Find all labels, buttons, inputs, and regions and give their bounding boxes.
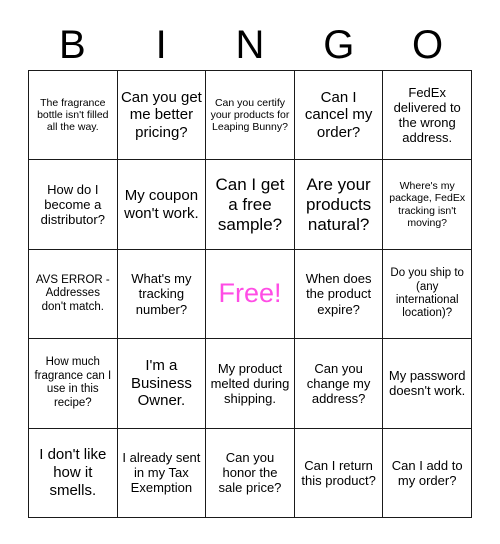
bingo-cell-label: What's my tracking number? xyxy=(131,271,192,317)
bingo-cell[interactable]: My product melted during shipping. xyxy=(206,339,295,429)
bingo-cell[interactable]: My password doesn't work. xyxy=(383,339,472,429)
bingo-cell-label: Can you honor the sale price? xyxy=(218,449,282,496)
bingo-cell-label: How much fragrance can I use in this rec… xyxy=(34,356,112,409)
bingo-cell[interactable]: Are your products natural? xyxy=(294,160,384,250)
bingo-cell-label: Do you ship to (any international locati… xyxy=(390,267,464,320)
bingo-cell-free[interactable]: Free! xyxy=(206,249,295,340)
bingo-cell[interactable]: Can you get me better pricing? xyxy=(117,71,207,161)
bingo-cell-label: FedEx delivered to the wrong address. xyxy=(393,84,461,146)
bingo-cell-label: Can you get me better pricing? xyxy=(120,88,202,141)
bingo-cell[interactable]: Do you ship to (any international locati… xyxy=(383,249,472,340)
bingo-header-row: B I N G O xyxy=(28,22,472,68)
bingo-cell[interactable]: How do I become a distributor? xyxy=(29,160,118,250)
bingo-cell[interactable]: AVS ERROR - Addresses don't match. xyxy=(29,249,118,340)
bingo-cell[interactable]: What's my tracking number? xyxy=(117,249,207,340)
bingo-cell[interactable]: My coupon won't work. xyxy=(117,160,207,250)
bingo-cell[interactable]: When does the product expire? xyxy=(294,249,384,340)
bingo-cell[interactable]: I already sent in my Tax Exemption xyxy=(117,428,207,518)
bingo-cell-label: I don't like how it smells. xyxy=(39,446,107,499)
bingo-cell-label: When does the product expire? xyxy=(305,271,372,317)
bingo-cell-label: My password doesn't work. xyxy=(388,368,466,399)
bingo-cell-label: I already sent in my Tax Exemption xyxy=(122,449,201,496)
bingo-cell[interactable]: Where's my package, FedEx tracking isn't… xyxy=(383,160,472,250)
bingo-cell-label: Where's my package, FedEx tracking isn't… xyxy=(389,180,466,229)
bingo-card: B I N G O The fragrance bottle isn't fil… xyxy=(0,0,500,544)
bingo-cell[interactable]: How much fragrance can I use in this rec… xyxy=(29,339,118,429)
bingo-header-letter-o: O xyxy=(412,23,444,67)
bingo-cell[interactable]: Can you change my address? xyxy=(294,339,384,429)
bingo-header-letter-g: G xyxy=(323,23,355,67)
bingo-cell[interactable]: Can you honor the sale price? xyxy=(206,428,295,518)
bingo-header-letter-i: I xyxy=(155,23,167,67)
bingo-cell[interactable]: FedEx delivered to the wrong address. xyxy=(383,71,472,161)
bingo-cell-label: Can I get a free sample? xyxy=(215,174,285,234)
bingo-cell-label: Can you change my address? xyxy=(306,360,371,406)
bingo-cell-label: The fragrance bottle isn't filled all th… xyxy=(37,96,109,134)
bingo-grid: The fragrance bottle isn't filled all th… xyxy=(28,70,472,518)
bingo-header-letter-n: N xyxy=(235,23,265,67)
bingo-cell[interactable]: Can I add to my order? xyxy=(383,428,472,518)
bingo-cell[interactable]: Can I get a free sample? xyxy=(206,160,295,250)
bingo-cell[interactable]: Can I return this product? xyxy=(294,428,384,518)
bingo-cell-label: My coupon won't work. xyxy=(124,187,199,222)
bingo-header-letter-b: B xyxy=(59,23,86,67)
bingo-cell-label: My product melted during shipping. xyxy=(210,360,290,406)
bingo-cell-label: Can I add to my order? xyxy=(391,457,463,488)
bingo-cell-label: Can you certify your products for Leapin… xyxy=(210,96,290,134)
bingo-cell-label: Can I cancel my order? xyxy=(304,88,373,141)
bingo-cell-label: Free! xyxy=(218,278,282,309)
bingo-cell-label: I'm a Business Owner. xyxy=(130,357,192,410)
bingo-cell[interactable]: I don't like how it smells. xyxy=(29,428,118,518)
bingo-cell-label: AVS ERROR - Addresses don't match. xyxy=(35,273,110,313)
bingo-cell[interactable]: The fragrance bottle isn't filled all th… xyxy=(29,71,118,161)
bingo-cell-label: Are your products natural? xyxy=(305,174,372,234)
bingo-cell[interactable]: Can you certify your products for Leapin… xyxy=(206,71,295,161)
bingo-cell-label: How do I become a distributor? xyxy=(40,181,105,228)
bingo-cell-label: Can I return this product? xyxy=(301,457,376,488)
bingo-cell[interactable]: I'm a Business Owner. xyxy=(117,339,207,429)
bingo-cell[interactable]: Can I cancel my order? xyxy=(294,71,384,161)
